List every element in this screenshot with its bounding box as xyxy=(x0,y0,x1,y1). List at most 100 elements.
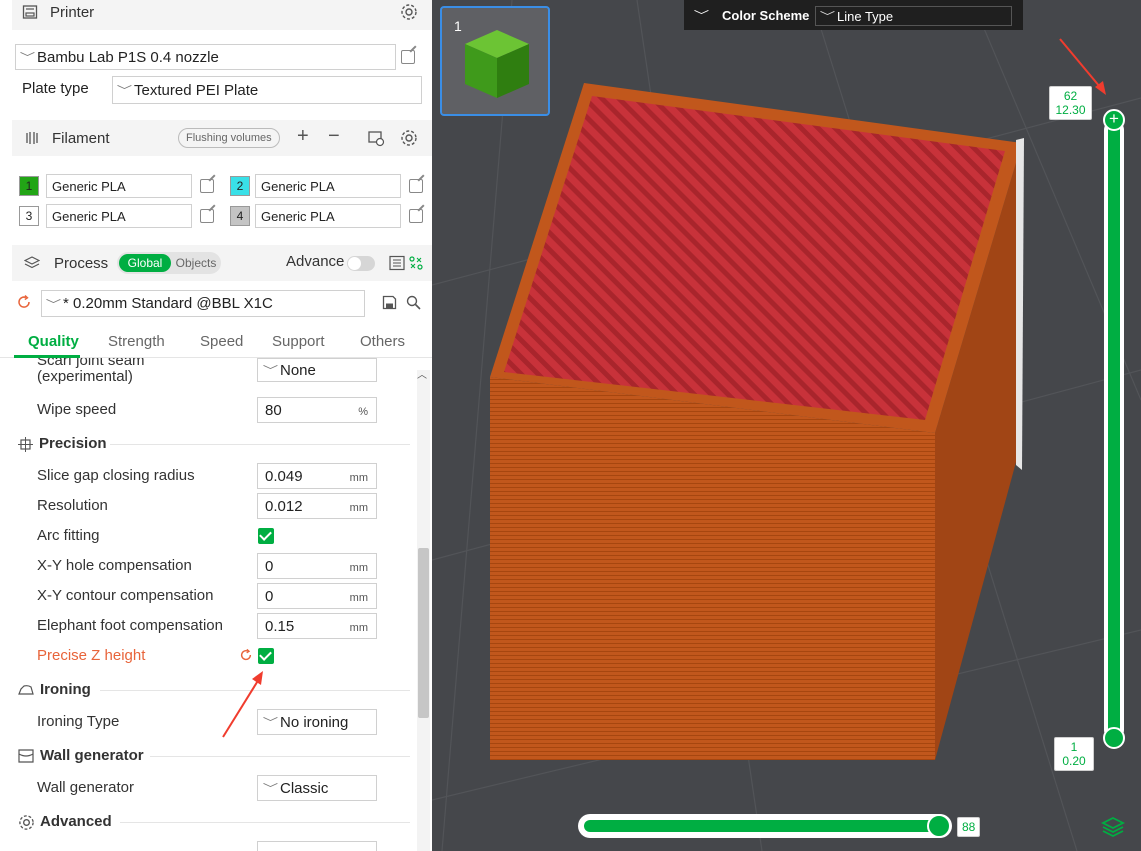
layer-slider-top-handle[interactable]: + xyxy=(1103,109,1125,131)
add-filament-button[interactable]: + xyxy=(297,125,309,148)
plate-thumbnail[interactable]: 1 xyxy=(440,6,550,116)
layer-slider-bottom-handle[interactable] xyxy=(1103,727,1125,749)
divider xyxy=(110,444,410,445)
filament-slot-name[interactable]: Generic PLA xyxy=(255,174,401,198)
reset-preset-icon[interactable] xyxy=(16,294,32,310)
plate-type-select[interactable]: ﹀ Textured PEI Plate xyxy=(112,76,422,104)
move-slider-value: 88 xyxy=(957,817,981,837)
arc-fitting-label: Arc fitting xyxy=(37,527,100,544)
tab-speed[interactable]: Speed xyxy=(200,333,243,350)
elephant-foot-label: Elephant foot compensation xyxy=(37,617,223,634)
flushing-volumes-button[interactable]: Flushing volumes xyxy=(178,128,280,148)
tab-strength[interactable]: Strength xyxy=(108,333,165,350)
bottom-layer-height: 0.20 xyxy=(1062,754,1086,768)
filament-settings-gear-icon[interactable] xyxy=(400,129,418,147)
ironing-type-select[interactable]: ﹀ No ironing xyxy=(257,709,377,735)
printer-model: Bambu Lab P1S 0.4 nozzle xyxy=(37,48,219,66)
elephant-foot-value: 0.15 xyxy=(265,617,295,635)
reset-value-icon[interactable] xyxy=(239,648,253,662)
scope-objects-button[interactable]: Objects xyxy=(173,254,219,272)
remove-filament-button[interactable]: − xyxy=(328,125,340,148)
arc-fitting-checkbox[interactable] xyxy=(258,528,274,544)
printer-icon xyxy=(22,4,38,20)
xy-contour-value: 0 xyxy=(265,587,274,605)
cube-thumbnail-icon xyxy=(465,30,529,98)
process-layers-icon xyxy=(24,255,40,271)
edit-filament-icon[interactable] xyxy=(200,209,214,223)
unit-mm: mm xyxy=(349,592,368,604)
settings-scroll-area[interactable]: Scarf joint seam (experimental) ﹀ None W… xyxy=(0,358,432,851)
advanced-group-title: Advanced xyxy=(40,813,112,830)
printer-select[interactable]: ﹀ Bambu Lab P1S 0.4 nozzle xyxy=(15,44,396,70)
printer-section-header: Printer xyxy=(12,0,432,30)
plate-type-value: Textured PEI Plate xyxy=(134,81,259,99)
advance-toggle-knob xyxy=(348,257,361,270)
color-scheme-select[interactable]: ﹀ Line Type xyxy=(815,6,1012,26)
collapse-chevron-icon[interactable]: ﹀ xyxy=(694,7,709,23)
resolution-input[interactable]: 0.012 mm xyxy=(257,493,377,519)
slice-gap-input[interactable]: 0.049 mm xyxy=(257,463,377,489)
process-tabs: Quality Strength Speed Support Others xyxy=(0,328,432,358)
wall-generator-select[interactable]: ﹀ Classic xyxy=(257,775,377,801)
save-preset-icon[interactable] xyxy=(382,295,397,310)
wipe-speed-unit: % xyxy=(358,406,368,418)
xy-contour-input[interactable]: 0 mm xyxy=(257,583,377,609)
scarf-seam-select[interactable]: ﹀ None xyxy=(257,358,377,382)
scarf-seam-value: None xyxy=(280,361,316,379)
tab-others[interactable]: Others xyxy=(360,333,405,350)
filament-sync-icon[interactable] xyxy=(367,129,385,147)
edit-filament-icon[interactable] xyxy=(409,209,423,223)
move-slider-track[interactable] xyxy=(578,814,952,838)
advanced-first-input[interactable] xyxy=(257,841,377,851)
xy-hole-label: X-Y hole compensation xyxy=(37,557,192,574)
unit-mm: mm xyxy=(349,562,368,574)
sliced-cube-model xyxy=(490,83,1024,760)
edit-filament-icon[interactable] xyxy=(409,179,423,193)
tab-support[interactable]: Support xyxy=(272,333,325,350)
scope-global-button[interactable]: Global xyxy=(119,254,171,272)
wipe-speed-input[interactable]: 80 % xyxy=(257,397,377,423)
process-list-icon[interactable] xyxy=(389,255,405,271)
settings-scrollbar-thumb[interactable] xyxy=(418,548,429,718)
filament-slot-number[interactable]: 2 xyxy=(230,176,250,196)
layer-slider-track[interactable] xyxy=(1104,120,1124,740)
wall-generator-value: Classic xyxy=(280,779,329,797)
tab-quality[interactable]: Quality xyxy=(28,333,79,350)
move-slider-range xyxy=(584,820,938,832)
ironing-type-label: Ironing Type xyxy=(37,713,120,730)
3d-viewport[interactable]: 1 ﹀ Color Scheme ﹀ Line Type + 62 12.30 … xyxy=(432,0,1141,851)
filament-slot-name[interactable]: Generic PLA xyxy=(46,204,192,228)
wipe-speed-label: Wipe speed xyxy=(37,401,117,418)
top-layer-height: 12.30 xyxy=(1055,103,1086,117)
advance-toggle[interactable] xyxy=(347,256,375,271)
chevron-down-icon: ﹀ xyxy=(19,52,36,64)
process-preset-value: * 0.20mm Standard @BBL X1C xyxy=(63,295,273,312)
divider xyxy=(150,756,410,757)
precise-z-checkbox[interactable] xyxy=(258,648,274,664)
advance-label: Advance xyxy=(286,253,345,270)
settings-panel: Printer ﹀ Bambu Lab P1S 0.4 nozzle Plate… xyxy=(0,0,432,851)
search-icon[interactable] xyxy=(406,295,421,310)
filament-section-header: Filament Flushing volumes + − xyxy=(12,120,432,156)
printer-settings-gear-icon[interactable] xyxy=(400,3,418,21)
precision-icon xyxy=(18,437,33,452)
process-preset-select[interactable]: ﹀ * 0.20mm Standard @BBL X1C xyxy=(41,290,365,317)
move-slider-handle[interactable] xyxy=(927,814,951,838)
filament-slot-number[interactable]: 4 xyxy=(230,206,250,226)
elephant-foot-input[interactable]: 0.15 mm xyxy=(257,613,377,639)
layer-slider-range xyxy=(1108,124,1120,736)
filament-slot-name[interactable]: Generic PLA xyxy=(46,174,192,198)
layers-stack-icon[interactable] xyxy=(1101,816,1125,838)
slice-gap-value: 0.049 xyxy=(265,467,303,485)
edit-filament-icon[interactable] xyxy=(200,179,214,193)
scope-toggle[interactable]: Global Objects xyxy=(117,252,221,274)
filament-slot-number[interactable]: 3 xyxy=(19,206,39,226)
edit-printer-icon[interactable] xyxy=(401,50,415,64)
xy-hole-input[interactable]: 0 mm xyxy=(257,553,377,579)
filament-slot-number[interactable]: 1 xyxy=(19,176,39,196)
ironing-icon xyxy=(18,683,34,697)
viewport-canvas xyxy=(432,0,1141,851)
scroll-up-arrow-icon[interactable]: ︿ xyxy=(417,366,427,381)
filament-slot-name[interactable]: Generic PLA xyxy=(255,204,401,228)
process-compare-icon[interactable] xyxy=(408,255,424,271)
